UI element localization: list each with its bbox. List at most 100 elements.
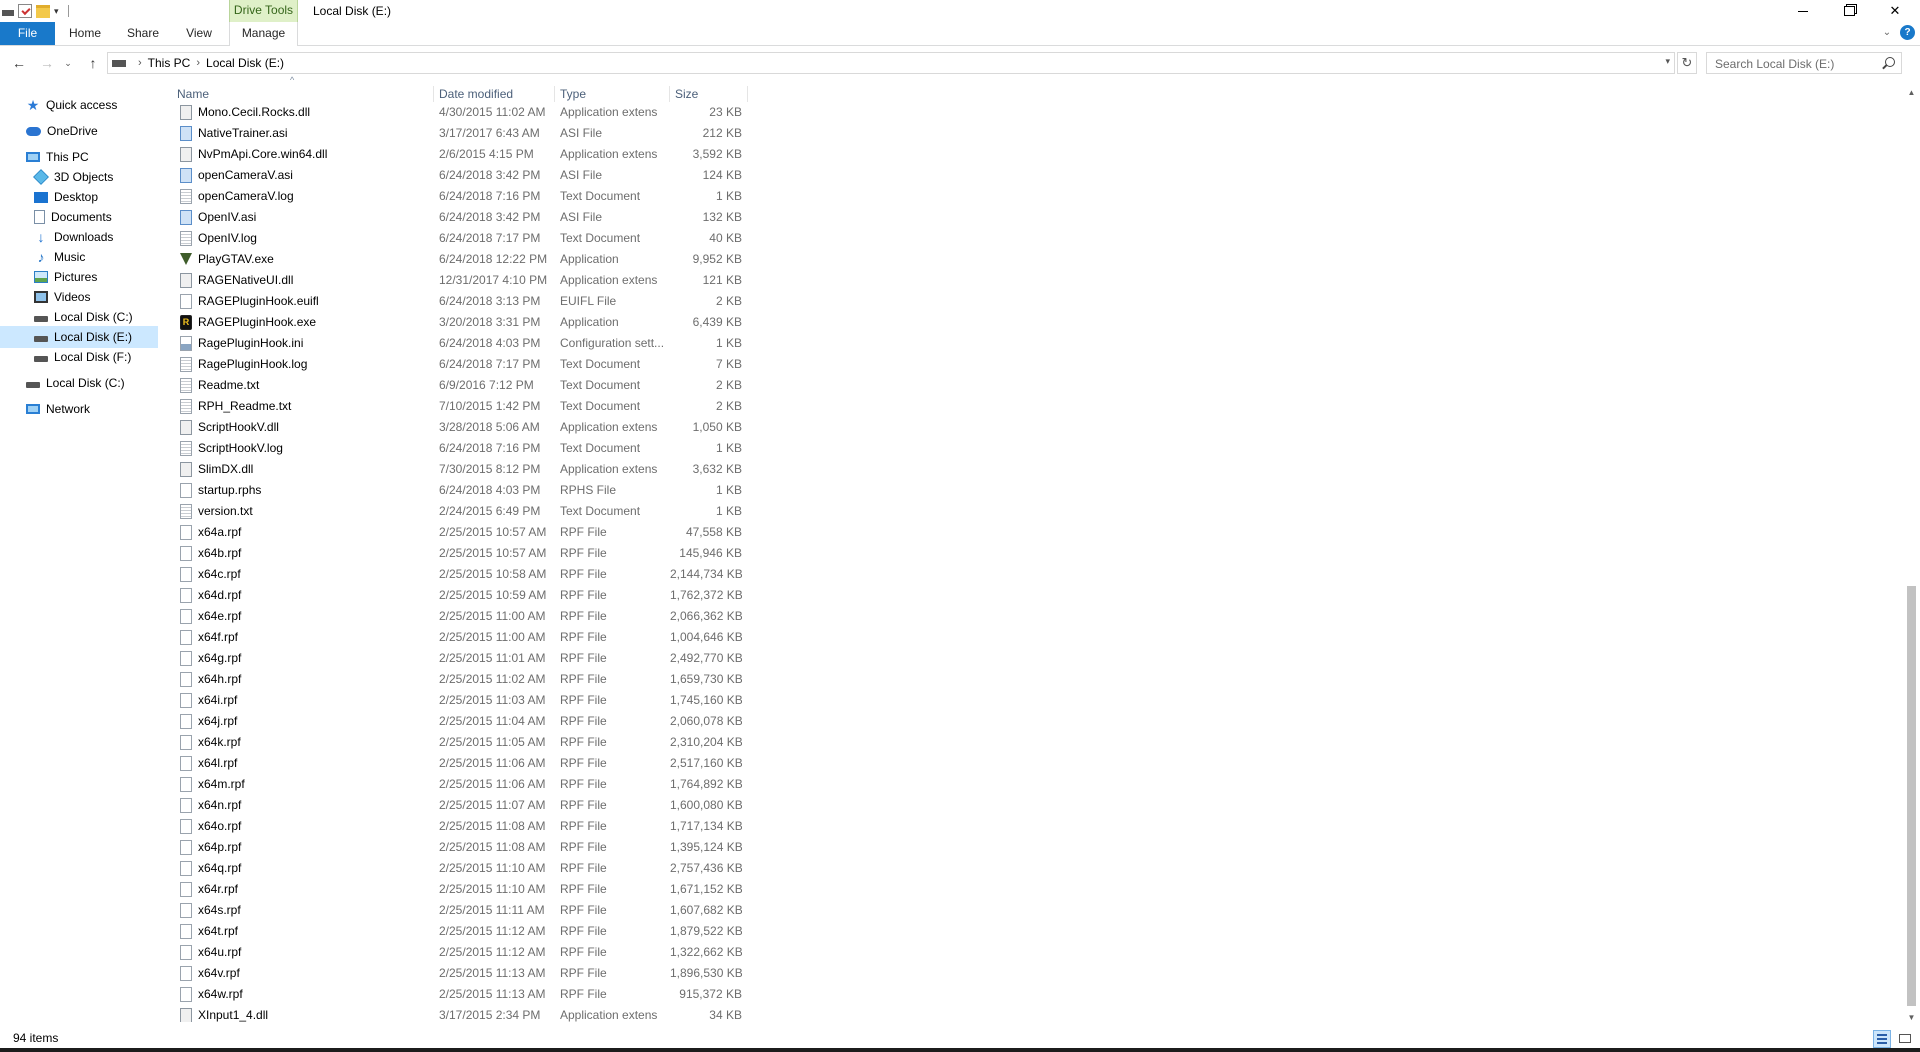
up-arrow-icon[interactable]: ↑ xyxy=(82,54,104,72)
properties-icon[interactable] xyxy=(18,4,32,18)
new-folder-icon[interactable] xyxy=(36,4,50,18)
tab-manage[interactable]: Manage xyxy=(229,22,298,46)
tab-file[interactable]: File xyxy=(0,22,55,45)
sidebar-item[interactable]: Local Disk (C:) xyxy=(0,306,158,328)
table-row[interactable]: RagePluginHook.log 6/24/2018 7:17 PM Text … xyxy=(172,354,748,375)
table-row[interactable]: RAGEPluginHook.euifl 6/24/2018 3:13 PM EUI… xyxy=(172,291,748,312)
table-row[interactable]: XInput1_4.dll 3/17/2015 2:34 PM Applicatio… xyxy=(172,1005,748,1022)
close-button[interactable]: ✕ xyxy=(1872,0,1918,22)
table-row[interactable]: RagePluginHook.ini 6/24/2018 4:03 PM Confi… xyxy=(172,333,748,354)
refresh-icon[interactable]: ↻ xyxy=(1677,52,1697,74)
table-row[interactable]: x64i.rpf 2/25/2015 11:03 AM RPF File 1,745,… xyxy=(172,690,748,711)
table-row[interactable]: Readme.txt 6/9/2016 7:12 PM Text Document 2… xyxy=(172,375,748,396)
sidebar-item[interactable]: ♪ Music xyxy=(0,246,158,268)
file-date-modified: 2/25/2015 10:57 AM xyxy=(439,525,547,539)
tab-share[interactable]: Share xyxy=(116,22,170,45)
breadcrumb-this-pc[interactable]: This PC xyxy=(148,56,191,70)
tab-home[interactable]: Home xyxy=(58,22,112,45)
table-row[interactable]: x64f.rpf 2/25/2015 11:00 AM RPF File 1,004,… xyxy=(172,627,748,648)
table-row[interactable]: R RAGEPluginHook.exe 3/20/2018 3:31 PM Appl… xyxy=(172,312,748,333)
column-header-date-modified[interactable]: Date modified xyxy=(434,86,555,102)
file-generic-icon xyxy=(180,756,192,771)
scroll-down-icon[interactable]: ▼ xyxy=(1903,1009,1920,1026)
table-row[interactable]: x64r.rpf 2/25/2015 11:10 AM RPF File 1,671,… xyxy=(172,879,748,900)
expand-ribbon-icon[interactable]: ⌄ xyxy=(1880,26,1894,40)
table-row[interactable]: RAGENativeUI.dll 12/31/2017 4:10 PM Applic… xyxy=(172,270,748,291)
table-row[interactable]: ScriptHookV.dll 3/28/2018 5:06 AM Applicat… xyxy=(172,417,748,438)
table-row[interactable]: x64q.rpf 2/25/2015 11:10 AM RPF File 2,757,… xyxy=(172,858,748,879)
table-row[interactable]: x64e.rpf 2/25/2015 11:00 AM RPF File 2,066,… xyxy=(172,606,748,627)
sidebar-item[interactable]: ★ Quick access xyxy=(0,94,158,116)
table-row[interactable]: x64w.rpf 2/25/2015 11:13 AM RPF File 915,37… xyxy=(172,984,748,1005)
table-row[interactable]: x64c.rpf 2/25/2015 10:58 AM RPF File 2,144,… xyxy=(172,564,748,585)
table-row[interactable]: x64s.rpf 2/25/2015 11:11 AM RPF File 1,607,… xyxy=(172,900,748,921)
table-row[interactable]: x64t.rpf 2/25/2015 11:12 AM RPF File 1,879,… xyxy=(172,921,748,942)
table-row[interactable]: OpenIV.asi 6/24/2018 3:42 PM ASI File 132 K… xyxy=(172,207,748,228)
table-row[interactable]: x64n.rpf 2/25/2015 11:07 AM RPF File 1,600,… xyxy=(172,795,748,816)
search-input[interactable] xyxy=(1713,54,1877,74)
recent-locations-icon[interactable]: ⌄ xyxy=(62,54,74,72)
table-row[interactable]: NativeTrainer.asi 3/17/2017 6:43 AM ASI Fi… xyxy=(172,123,748,144)
table-row[interactable]: NvPmApi.Core.win64.dll 2/6/2015 4:15 PM Ap… xyxy=(172,144,748,165)
sidebar-item[interactable]: ↓ Downloads xyxy=(0,226,158,248)
scrollbar-thumb[interactable] xyxy=(1907,586,1916,1006)
table-row[interactable]: version.txt 2/24/2015 6:49 PM Text Documen… xyxy=(172,501,748,522)
scroll-up-icon[interactable]: ▲ xyxy=(1903,84,1920,101)
sidebar-item[interactable]: Network xyxy=(0,398,158,420)
vertical-scrollbar[interactable]: ▲ ▼ xyxy=(1903,84,1920,1026)
sidebar-item[interactable]: Pictures xyxy=(0,266,158,288)
table-row[interactable]: x64l.rpf 2/25/2015 11:06 AM RPF File 2,517,… xyxy=(172,753,748,774)
table-row[interactable]: openCameraV.log 6/24/2018 7:16 PM Text Doc… xyxy=(172,186,748,207)
table-row[interactable]: x64h.rpf 2/25/2015 11:02 AM RPF File 1,659,… xyxy=(172,669,748,690)
table-row[interactable]: x64g.rpf 2/25/2015 11:01 AM RPF File 2,492,… xyxy=(172,648,748,669)
table-row[interactable]: x64m.rpf 2/25/2015 11:06 AM RPF File 1,764,… xyxy=(172,774,748,795)
table-row[interactable]: openCameraV.asi 6/24/2018 3:42 PM ASI File… xyxy=(172,165,748,186)
minimize-button[interactable] xyxy=(1780,0,1826,22)
file-name: x64v.rpf xyxy=(198,966,240,980)
sidebar-item[interactable]: 3D Objects xyxy=(0,166,158,188)
address-bar[interactable]: › This PC › Local Disk (E:) ▾ xyxy=(107,52,1675,74)
table-row[interactable]: ScriptHookV.log 6/24/2018 7:16 PM Text Doc… xyxy=(172,438,748,459)
sidebar-item[interactable]: Documents xyxy=(0,206,158,228)
tab-view[interactable]: View xyxy=(174,22,224,45)
breadcrumb-chevron-icon[interactable]: › xyxy=(138,57,142,69)
large-icons-view-icon[interactable] xyxy=(1896,1030,1914,1048)
table-row[interactable]: startup.rphs 6/24/2018 4:03 PM RPHS File 1 … xyxy=(172,480,748,501)
details-view-icon[interactable] xyxy=(1873,1030,1891,1048)
sidebar-item[interactable]: Local Disk (E:) xyxy=(0,326,158,348)
table-row[interactable]: x64o.rpf 2/25/2015 11:08 AM RPF File 1,717,… xyxy=(172,816,748,837)
table-row[interactable]: PlayGTAV.exe 6/24/2018 12:22 PM Applicatio… xyxy=(172,249,748,270)
breadcrumb-local-disk-e[interactable]: Local Disk (E:) xyxy=(206,56,284,70)
sidebar-item[interactable]: Videos xyxy=(0,286,158,308)
table-row[interactable]: x64b.rpf 2/25/2015 10:57 AM RPF File 145,94… xyxy=(172,543,748,564)
sidebar-item[interactable]: This PC xyxy=(0,146,158,168)
table-row[interactable]: x64a.rpf 2/25/2015 10:57 AM RPF File 47,558… xyxy=(172,522,748,543)
sidebar-item[interactable]: OneDrive xyxy=(0,120,158,142)
table-row[interactable]: Mono.Cecil.Rocks.dll 4/30/2015 11:02 AM Ap… xyxy=(172,102,748,123)
column-header-type[interactable]: Type xyxy=(555,86,670,102)
search-icon[interactable] xyxy=(1885,57,1895,67)
address-dropdown-icon[interactable]: ▾ xyxy=(1665,56,1670,67)
breadcrumb-chevron-icon[interactable]: › xyxy=(196,57,200,69)
table-row[interactable]: x64u.rpf 2/25/2015 11:12 AM RPF File 1,322,… xyxy=(172,942,748,963)
restore-button[interactable] xyxy=(1826,0,1872,22)
search-box[interactable] xyxy=(1706,52,1902,74)
column-header-size[interactable]: Size xyxy=(670,86,748,102)
table-row[interactable]: x64v.rpf 2/25/2015 11:13 AM RPF File 1,896,… xyxy=(172,963,748,984)
table-row[interactable]: x64d.rpf 2/25/2015 10:59 AM RPF File 1,762,… xyxy=(172,585,748,606)
forward-arrow-icon[interactable]: → xyxy=(36,54,58,72)
table-row[interactable]: SlimDX.dll 7/30/2015 8:12 PM Application e… xyxy=(172,459,748,480)
table-row[interactable]: OpenIV.log 6/24/2018 7:17 PM Text Document… xyxy=(172,228,748,249)
sidebar-item[interactable]: Local Disk (F:) xyxy=(0,346,158,368)
back-arrow-icon[interactable]: ← xyxy=(8,54,30,72)
sidebar-item[interactable]: Local Disk (C:) xyxy=(0,372,158,394)
customize-toolbar-icon[interactable]: ▾ xyxy=(54,4,62,18)
sidebar-item[interactable]: Desktop xyxy=(0,186,158,208)
help-icon[interactable]: ? xyxy=(1900,25,1915,40)
window-title: Local Disk (E:) xyxy=(313,4,392,18)
table-row[interactable]: RPH_Readme.txt 7/10/2015 1:42 PM Text Docu… xyxy=(172,396,748,417)
table-row[interactable]: x64k.rpf 2/25/2015 11:05 AM RPF File 2,310,… xyxy=(172,732,748,753)
table-row[interactable]: x64j.rpf 2/25/2015 11:04 AM RPF File 2,060,… xyxy=(172,711,748,732)
column-header-name[interactable]: Name xyxy=(172,86,434,102)
table-row[interactable]: x64p.rpf 2/25/2015 11:08 AM RPF File 1,395,… xyxy=(172,837,748,858)
